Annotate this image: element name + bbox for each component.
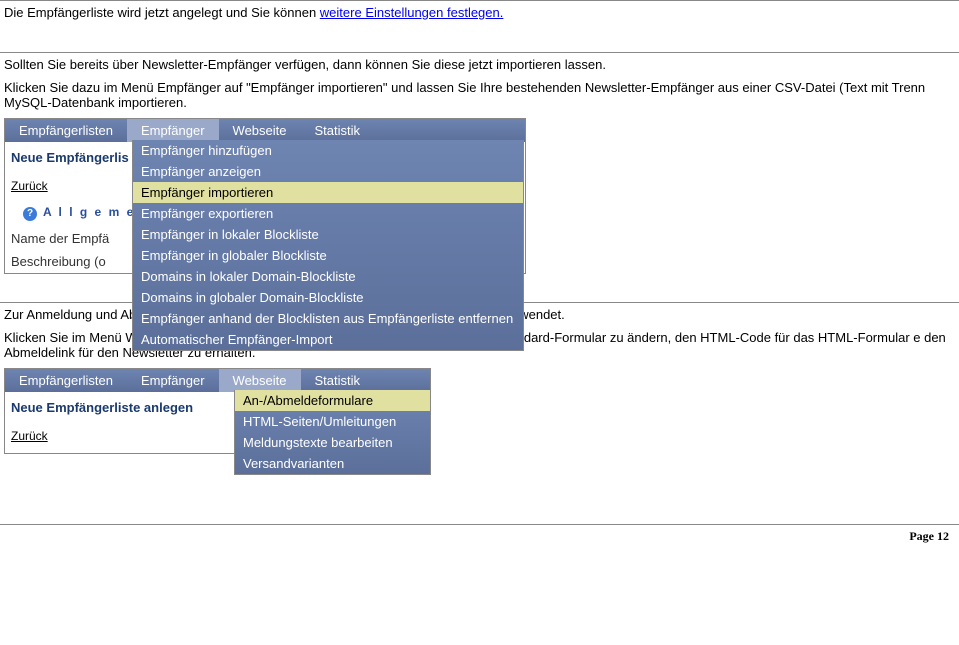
menu-tab-empfaengerlisten-2[interactable]: Empfängerlisten xyxy=(5,369,127,392)
menu-tab-statistik[interactable]: Statistik xyxy=(301,119,375,142)
menu-tab-empfaengerlisten[interactable]: Empfängerlisten xyxy=(5,119,127,142)
dropdown-item[interactable]: Versandvarianten xyxy=(235,453,430,474)
intro-line-1: Die Empfängerliste wird jetzt angelegt u… xyxy=(0,1,959,24)
dropdown-item[interactable]: Empfänger exportieren xyxy=(133,203,523,224)
menu-tab-statistik-2[interactable]: Statistik xyxy=(301,369,375,392)
menu-tab-webseite[interactable]: Webseite xyxy=(219,119,301,142)
empfaenger-dropdown: Empfänger hinzufügenEmpfänger anzeigenEm… xyxy=(132,140,524,351)
menu-bar-1: Empfängerlisten Empfänger Webseite Stati… xyxy=(5,119,525,142)
dropdown-item[interactable]: An-/Abmeldeformulare xyxy=(235,390,430,411)
menu-tab-webseite-2[interactable]: Webseite xyxy=(219,369,301,392)
help-icon[interactable]: ? xyxy=(23,207,37,221)
dropdown-item[interactable]: Empfänger in lokaler Blockliste xyxy=(133,224,523,245)
settings-link[interactable]: weitere Einstellungen festlegen. xyxy=(320,5,504,20)
intro-line-3: Klicken Sie dazu im Menü Empfänger auf "… xyxy=(0,76,959,114)
dropdown-item[interactable]: Automatischer Empfänger-Import xyxy=(133,329,523,350)
page-number: Page 12 xyxy=(0,525,959,550)
dropdown-item[interactable]: HTML-Seiten/Umleitungen xyxy=(235,411,430,432)
intro-text-1: Die Empfängerliste wird jetzt angelegt u… xyxy=(4,5,320,20)
dropdown-item[interactable]: Empfänger in globaler Blockliste xyxy=(133,245,523,266)
dropdown-item[interactable]: Empfänger importieren xyxy=(133,182,523,203)
dropdown-item[interactable]: Domains in globaler Domain-Blockliste xyxy=(133,287,523,308)
menu-tab-empfaenger[interactable]: Empfänger xyxy=(127,119,219,142)
dropdown-item[interactable]: Domains in lokaler Domain-Blockliste xyxy=(133,266,523,287)
dropdown-item[interactable]: Empfänger anhand der Blocklisten aus Emp… xyxy=(133,308,523,329)
menu-tab-empfaenger-2[interactable]: Empfänger xyxy=(127,369,219,392)
webseite-dropdown: An-/AbmeldeformulareHTML-Seiten/Umleitun… xyxy=(234,390,431,475)
dropdown-item[interactable]: Empfänger anzeigen xyxy=(133,161,523,182)
dropdown-item[interactable]: Meldungstexte bearbeiten xyxy=(235,432,430,453)
dropdown-item[interactable]: Empfänger hinzufügen xyxy=(133,140,523,161)
menu-bar-2: Empfängerlisten Empfänger Webseite Stati… xyxy=(5,369,430,392)
intro-line-2: Sollten Sie bereits über Newsletter-Empf… xyxy=(0,53,959,76)
